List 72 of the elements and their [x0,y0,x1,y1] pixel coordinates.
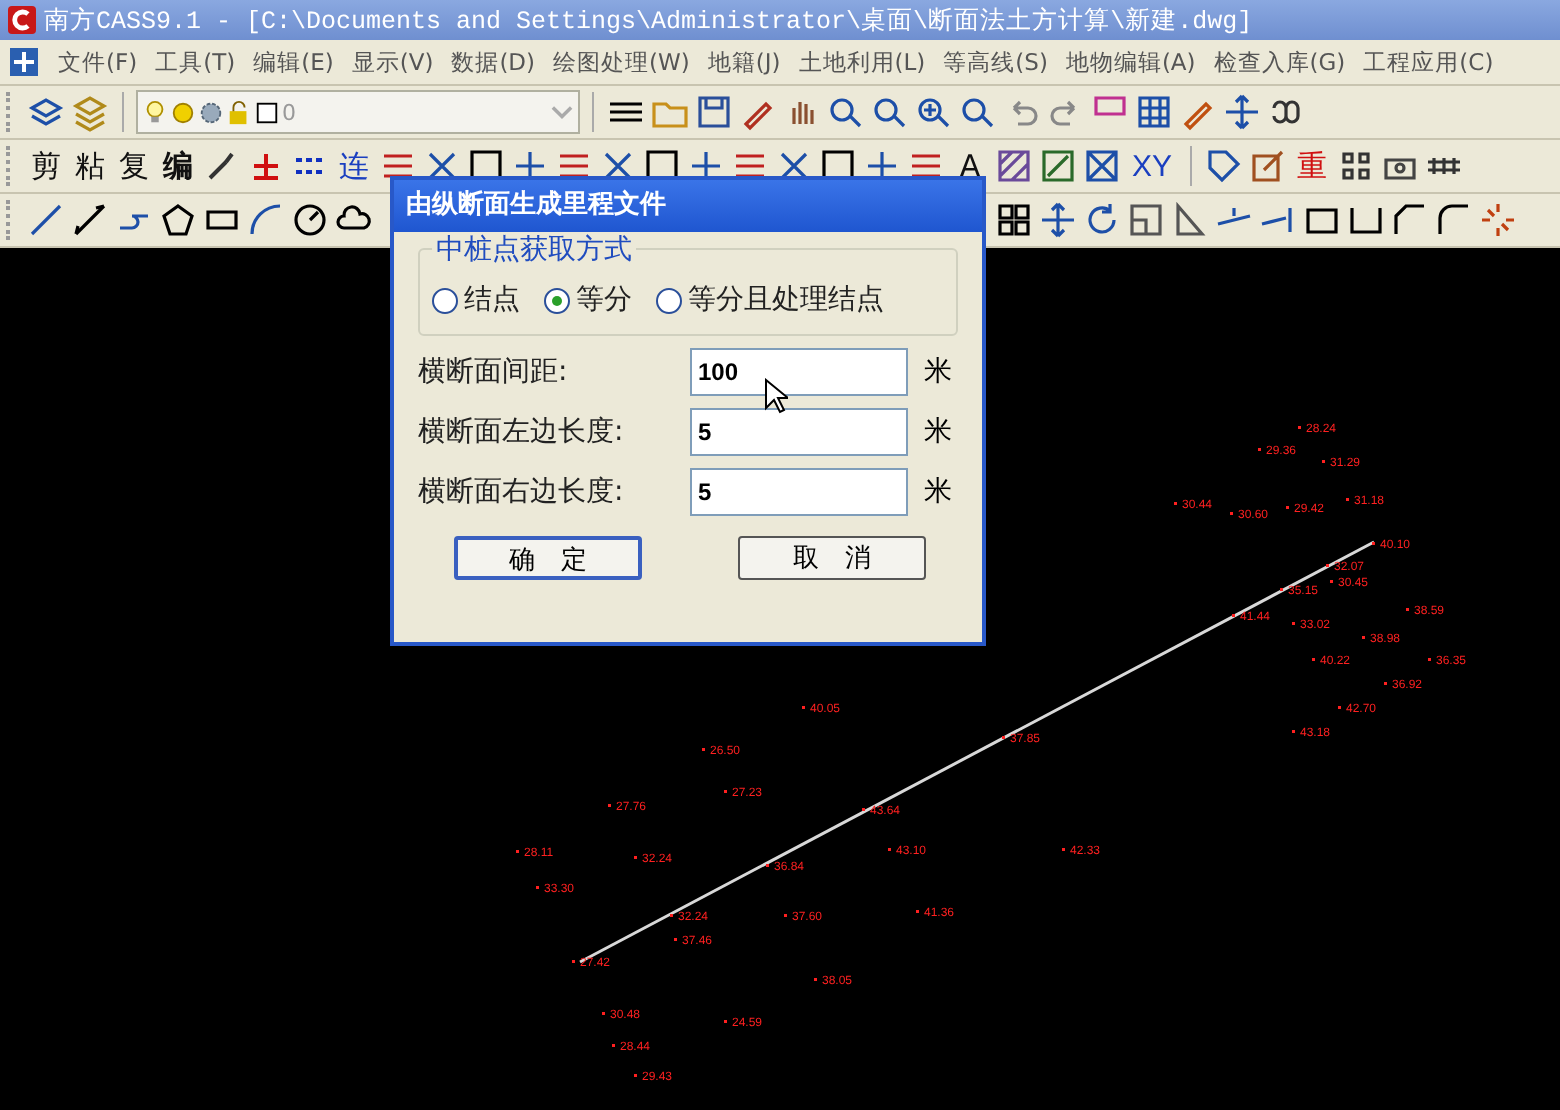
radio-option[interactable]: 等分 [544,282,632,318]
nodes-icon[interactable] [1336,146,1376,186]
lock-icon [226,99,252,125]
menu-item[interactable]: 地物编辑(A) [1065,47,1196,77]
menu-item[interactable]: 数据(D) [451,47,536,77]
dialog-title: 由纵断面生成里程文件 [394,180,982,232]
toolbar-glyph-button[interactable]: A [950,148,990,184]
sun-icon [170,99,196,125]
layers-icon[interactable] [70,92,110,132]
move-icon[interactable] [1038,200,1078,240]
menu-item[interactable]: 工具(T) [155,47,236,77]
dialog-button[interactable]: 确 定 [454,536,642,580]
hatch-icon[interactable] [994,146,1034,186]
toolbar-glyph-button[interactable]: XY [1126,149,1178,183]
tag-icon[interactable] [1204,146,1244,186]
menu-item[interactable]: 检查入库(G) [1213,47,1346,77]
toolbar-glyph-button[interactable]: 复 [114,147,154,185]
lightbulb-icon [142,99,168,125]
hatch-icon[interactable] [1082,146,1122,186]
toolbar-glyph-button[interactable]: 编 [158,147,198,185]
unit-label: 米 [924,354,952,390]
radio-option[interactable]: 结点 [432,282,520,318]
unit-label: 米 [924,414,952,450]
zoom-icon[interactable] [870,92,910,132]
zoom-icon[interactable] [914,92,954,132]
pentagon-icon[interactable] [158,200,198,240]
toolbar-glyph-button[interactable]: 剪 [26,147,66,185]
rotate-icon[interactable] [1082,200,1122,240]
chamfer-icon[interactable] [1390,200,1430,240]
input-field[interactable]: 5 [690,408,908,456]
menu-item[interactable]: 工程应用(C) [1363,47,1494,77]
menu-item[interactable]: 绘图处理(W) [553,47,690,77]
edit-icon[interactable] [1248,146,1288,186]
unit-label: 米 [924,474,952,510]
field-label: 横断面左边长度: [418,414,626,450]
line-icon[interactable] [70,200,110,240]
explode-icon[interactable] [1478,200,1518,240]
field-label: 横断面间距: [418,354,570,390]
arc-icon[interactable] [246,200,286,240]
toolbar-glyph-button[interactable]: 重 [1292,147,1332,185]
gear-icon [198,99,224,125]
menu-item[interactable]: 文件(F) [58,47,138,77]
layers-icon[interactable] [26,92,66,132]
window-title: 南方CASS9.1 - [C:\Documents and Settings\Administrator\桌面\断面法土方计算\新建.dwg] [44,5,1253,37]
toolbar-glyph-button[interactable]: 连 [334,147,374,185]
line-icon[interactable] [26,200,66,240]
radio-option[interactable]: 等分且处理结点 [656,282,884,318]
document-icon[interactable] [8,46,40,78]
group-title: 中桩点获取方式 [432,232,636,268]
move-icon[interactable] [1222,92,1262,132]
menu-item[interactable]: 编辑(E) [253,47,334,77]
mouse-pointer-icon [764,378,788,414]
menu-item[interactable]: 显示(V) [351,47,434,77]
app-logo-icon [6,4,38,36]
scale-icon[interactable] [1126,200,1166,240]
color-swatch-icon [254,99,280,125]
zoom-icon[interactable] [958,92,998,132]
edit-icon[interactable] [1038,146,1078,186]
field-label: 横断面右边长度: [418,474,626,510]
menu-item[interactable]: 等高线(S) [943,47,1048,77]
fillet-icon[interactable] [1434,200,1474,240]
menu-item[interactable]: 土地利用(L) [798,47,926,77]
input-field[interactable]: 5 [690,468,908,516]
zoom-icon[interactable] [826,92,866,132]
save-icon[interactable] [694,92,734,132]
array-icon[interactable] [994,200,1034,240]
input-field[interactable]: 100 [690,348,908,396]
menu-item[interactable]: 地籍(J) [707,47,781,77]
grid-icon[interactable] [1134,92,1174,132]
toolbar-glyph-button[interactable]: 粘 [70,147,110,185]
dialog-button[interactable]: 取 消 [738,536,926,580]
stretch-icon[interactable] [1170,200,1210,240]
